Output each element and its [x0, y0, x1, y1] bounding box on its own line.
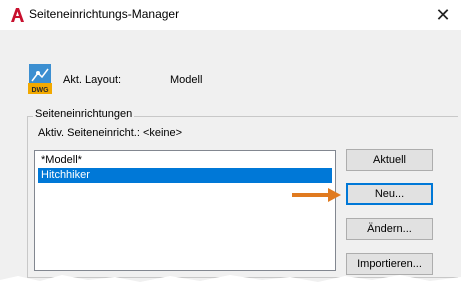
new-button[interactable]: Neu...	[346, 183, 433, 205]
page-setups-group-title: Seiteneinrichtungen	[33, 108, 135, 120]
list-item-selected[interactable]: Hitchhiker	[38, 168, 332, 183]
current-layout-label: Akt. Layout:	[63, 74, 122, 86]
set-current-button-label: Aktuell	[372, 154, 407, 166]
page-setup-manager-dialog: Seiteneinrichtungs-Manager ✕ DWG Akt. La…	[0, 0, 461, 299]
page-setups-list[interactable]: *Modell* Hitchhiker	[34, 150, 336, 271]
torn-edge-decoration	[0, 275, 461, 299]
close-icon: ✕	[435, 4, 451, 26]
modify-button[interactable]: Ändern...	[346, 218, 433, 240]
dwg-icon-text: DWG	[31, 87, 49, 94]
dwg-file-icon: DWG	[28, 64, 52, 94]
current-page-setup-label: Aktiv. Seiteneinricht.: <keine>	[38, 127, 183, 139]
set-current-button[interactable]: Aktuell	[346, 149, 433, 171]
close-button[interactable]: ✕	[425, 0, 461, 30]
title-bar: Seiteneinrichtungs-Manager ✕	[0, 0, 461, 30]
modify-button-label: Ändern...	[367, 223, 412, 235]
callout-arrow-icon	[292, 188, 341, 202]
list-item[interactable]: *Modell*	[38, 153, 332, 168]
import-button-label: Importieren...	[357, 258, 422, 270]
new-button-label: Neu...	[374, 188, 405, 200]
list-item-label: Hitchhiker	[41, 169, 90, 181]
autocad-logo-icon	[11, 8, 24, 22]
window-title: Seiteneinrichtungs-Manager	[29, 7, 180, 21]
current-layout-value: Modell	[170, 74, 203, 86]
list-item-label: *Modell*	[41, 154, 82, 166]
